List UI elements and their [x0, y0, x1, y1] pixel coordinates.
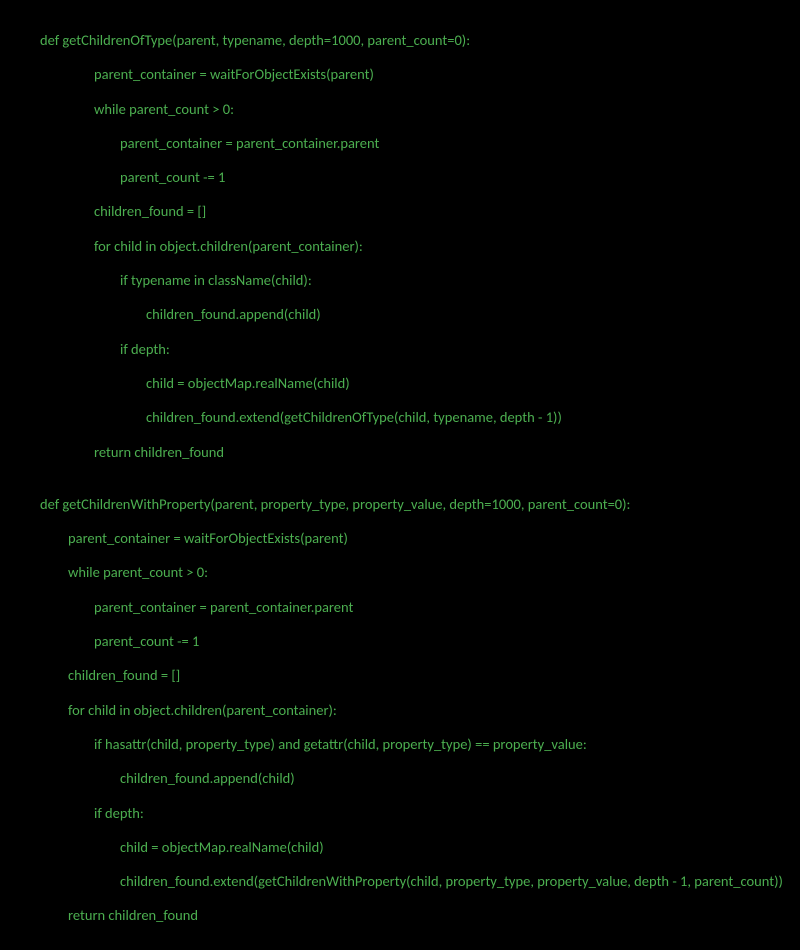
code-line: parent_count -= 1: [40, 167, 760, 187]
code-line: return children_found: [40, 442, 760, 462]
code-line: if typename in className(child):: [40, 270, 760, 290]
code-line: children_found = []: [40, 201, 760, 221]
code-line: return children_found: [40, 905, 760, 925]
code-line: child = objectMap.realName(child): [40, 373, 760, 393]
code-line: for child in object.children(parent_cont…: [40, 700, 760, 720]
code-line: children_found = []: [40, 665, 760, 685]
code-line: children_found.extend(getChildrenOfType(…: [40, 407, 760, 427]
code-line: if hasattr(child, property_type) and get…: [40, 734, 760, 754]
code-line: children_found.extend(getChildrenWithPro…: [40, 871, 760, 891]
code-line: if depth:: [40, 339, 760, 359]
code-line: parent_container = parent_container.pare…: [40, 597, 760, 617]
code-line: children_found.append(child): [40, 304, 760, 324]
code-line: parent_container = waitForObjectExists(p…: [40, 64, 760, 84]
code-line: parent_container = waitForObjectExists(p…: [40, 528, 760, 548]
code-block: def getChildrenOfType(parent, typename, …: [40, 30, 760, 926]
code-line: def getChildrenOfType(parent, typename, …: [40, 30, 760, 50]
code-line: parent_container = parent_container.pare…: [40, 133, 760, 153]
code-line: while parent_count > 0:: [40, 99, 760, 119]
code-line: child = objectMap.realName(child): [40, 837, 760, 857]
code-line: while parent_count > 0:: [40, 562, 760, 582]
code-line: for child in object.children(parent_cont…: [40, 236, 760, 256]
code-line: children_found.append(child): [40, 768, 760, 788]
code-line: parent_count -= 1: [40, 631, 760, 651]
code-line: def getChildrenWithProperty(parent, prop…: [40, 494, 760, 514]
block-separator: [40, 476, 760, 494]
code-line: if depth:: [40, 803, 760, 823]
